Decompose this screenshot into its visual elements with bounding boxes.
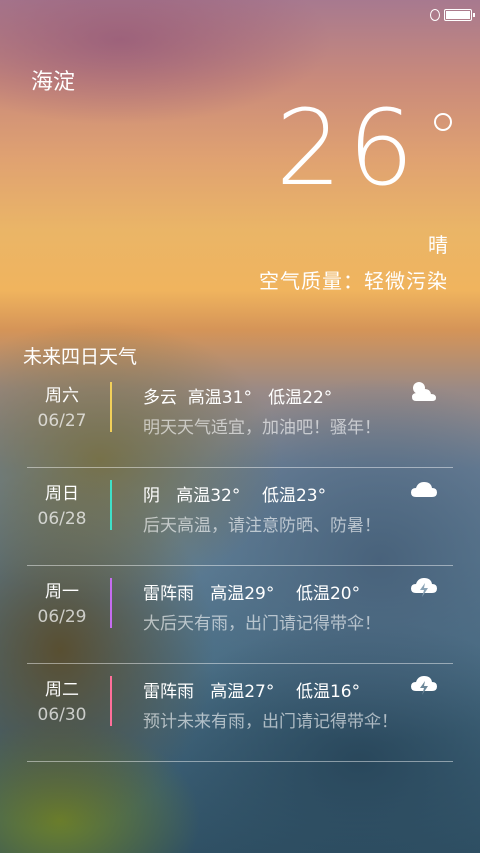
thunderstorm-icon [411, 676, 437, 695]
forecast-tip: 后天高温，请注意防晒、防暑！ [143, 516, 381, 536]
accent-bar [110, 480, 112, 530]
forecast-date: 06/28 [37, 509, 87, 529]
forecast-row[interactable]: 周六 06/27 多云 高温31° 低温22° 明天天气适宜，加油吧！骚年！ [27, 369, 453, 468]
forecast-summary: 雷阵雨 高温27° 低温16° [143, 682, 361, 702]
forecast-date: 06/27 [37, 411, 87, 431]
partly-cloudy-icon [412, 382, 436, 401]
forecast-tip: 大后天有雨，出门请记得带伞！ [143, 614, 381, 634]
forecast-summary: 阴 高温32° 低温23° [143, 486, 327, 506]
forecast-row[interactable]: 周一 06/29 雷阵雨 高温29° 低温20° 大后天有雨，出门请记得带伞！ [27, 565, 453, 664]
forecast-tip: 预计未来有雨，出门请记得带伞！ [143, 712, 398, 732]
thunderstorm-icon [411, 578, 437, 597]
forecast-day: 周日 [45, 484, 79, 504]
forecast-date: 06/29 [37, 607, 87, 627]
forecast-date: 06/30 [37, 705, 87, 725]
cloud-icon [411, 482, 437, 497]
current-condition: 晴 [428, 233, 448, 257]
air-quality: 空气质量：轻微污染 [259, 269, 448, 293]
accent-bar [110, 676, 112, 726]
forecast-row[interactable]: 周日 06/28 阴 高温32° 低温23° 后天高温，请注意防晒、防暑！ [27, 467, 453, 566]
accent-bar [110, 578, 112, 628]
battery-icon [444, 9, 475, 21]
forecast-summary: 多云 高温31° 低温22° [143, 388, 333, 408]
forecast-day: 周二 [45, 680, 79, 700]
current-temperature: 26 [275, 87, 420, 209]
forecast-title: 未来四日天气 [23, 346, 138, 368]
degree-icon [434, 113, 452, 131]
accent-bar [110, 382, 112, 432]
forecast-day: 周六 [45, 386, 79, 406]
forecast-day: 周一 [45, 582, 79, 602]
signal-icon [430, 9, 440, 21]
forecast-row[interactable]: 周二 06/30 雷阵雨 高温27° 低温16° 预计未来有雨，出门请记得带伞！ [27, 663, 453, 762]
forecast-tip: 明天天气适宜，加油吧！骚年！ [143, 418, 381, 438]
city-name[interactable]: 海淀 [31, 64, 75, 96]
forecast-summary: 雷阵雨 高温29° 低温20° [143, 584, 361, 604]
